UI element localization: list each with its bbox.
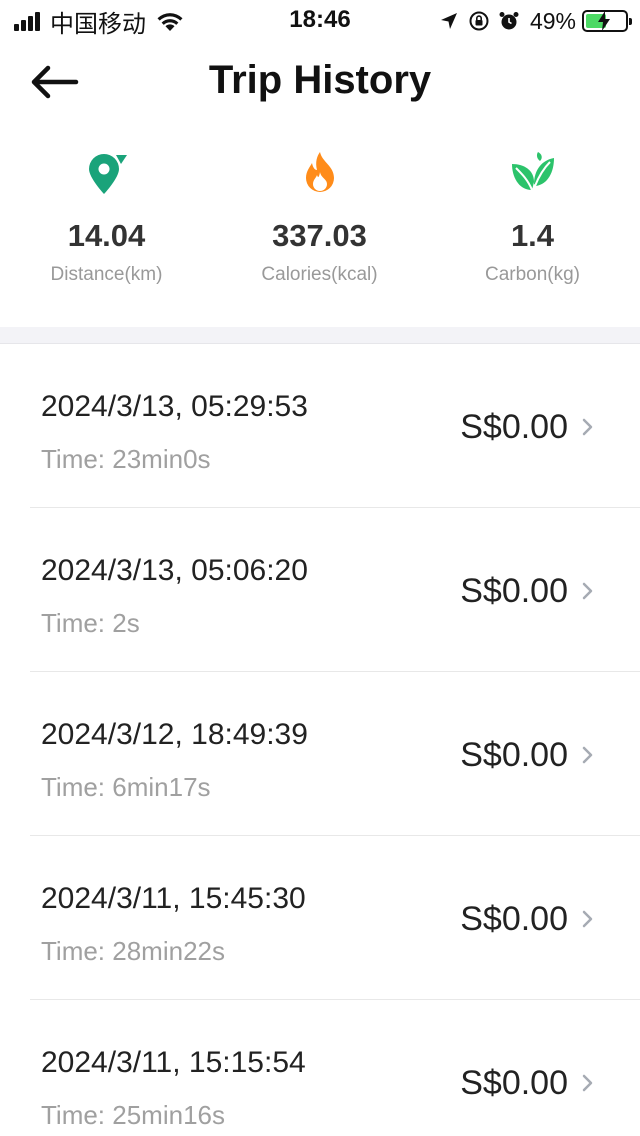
trip-price: S$0.00 — [460, 1064, 568, 1102]
back-button[interactable] — [28, 62, 80, 102]
trip-price: S$0.00 — [460, 736, 568, 774]
chevron-right-icon — [582, 582, 593, 600]
chevron-right-icon — [582, 910, 593, 928]
trip-duration: Time: 6min17s — [41, 772, 211, 802]
status-bar: 中国移动 18:46 49% — [0, 0, 640, 40]
stat-value: 14.04 — [67, 218, 146, 253]
trip-row[interactable]: 2024/3/13, 05:29:53 Time: 23min0s S$0.00 — [0, 344, 640, 508]
trip-date: 2024/3/12, 18:49:39 — [41, 718, 308, 751]
stat-label: Calories(kcal) — [261, 264, 378, 285]
leaf-icon — [511, 152, 554, 191]
trip-duration: Time: 28min22s — [41, 936, 225, 966]
trip-duration: Time: 2s — [41, 608, 140, 638]
arrow-left-icon — [31, 65, 79, 99]
trip-duration: Time: 25min16s — [41, 1100, 225, 1130]
nav-header: Trip History — [0, 40, 640, 128]
stat-value: 1.4 — [510, 218, 555, 253]
stat-label: Carbon(kg) — [484, 264, 581, 285]
trip-row[interactable]: 2024/3/13, 05:06:20 Time: 2s S$0.00 — [0, 508, 640, 672]
battery-percent: 49% — [529, 7, 576, 34]
trip-date: 2024/3/13, 05:29:53 — [41, 390, 308, 423]
stat-carbon: 1.4 Carbon(kg) — [426, 150, 639, 286]
stat-distance: 14.04 Distance(km) — [0, 150, 213, 286]
trip-date: 2024/3/11, 15:15:54 — [41, 1046, 306, 1079]
trip-price: S$0.00 — [460, 900, 568, 938]
trip-list: 2024/3/13, 05:29:53 Time: 23min0s S$0.00… — [0, 344, 640, 1136]
status-right: 49% — [430, 7, 632, 35]
trip-price: S$0.00 — [460, 572, 568, 610]
chevron-right-icon — [582, 418, 593, 436]
trip-date: 2024/3/11, 15:45:30 — [41, 882, 306, 915]
stats-summary: 14.04 Distance(km) 337.03 Calories(kcal)… — [0, 150, 640, 320]
battery-icon — [582, 10, 632, 32]
flame-icon — [305, 152, 334, 192]
chevron-right-icon — [582, 1074, 593, 1092]
trip-row[interactable]: 2024/3/11, 15:45:30 Time: 28min22s S$0.0… — [0, 836, 640, 1000]
page-title: Trip History — [208, 58, 432, 102]
chevron-right-icon — [582, 746, 593, 764]
location-pin-icon — [88, 154, 127, 194]
stat-label: Distance(km) — [50, 264, 163, 285]
trip-price: S$0.00 — [460, 408, 568, 446]
stat-value: 337.03 — [272, 218, 367, 253]
stat-calories: 337.03 Calories(kcal) — [213, 150, 426, 286]
trip-date: 2024/3/13, 05:06:20 — [41, 554, 308, 587]
screen: 中国移动 18:46 49% Trip History 14.04 Distan… — [0, 0, 640, 1136]
trip-duration: Time: 23min0s — [41, 444, 211, 474]
alarm-clock-icon — [499, 12, 519, 30]
trip-row[interactable]: 2024/3/12, 18:49:39 Time: 6min17s S$0.00 — [0, 672, 640, 836]
location-arrow-icon — [440, 13, 457, 29]
trip-row[interactable]: 2024/3/11, 15:15:54 Time: 25min16s S$0.0… — [0, 1000, 640, 1136]
orientation-lock-icon — [469, 11, 489, 31]
section-divider — [0, 327, 640, 344]
